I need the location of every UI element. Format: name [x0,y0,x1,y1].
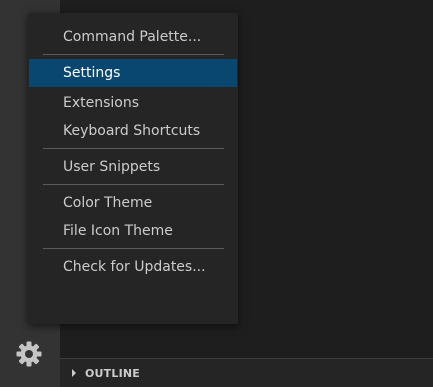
menu-item-settings[interactable]: Settings [29,59,237,87]
menu-item-extensions[interactable]: Extensions [29,89,237,117]
vscode-window: OUTLINE Command Palette... Settings Exte… [0,0,433,387]
menu-item-check-for-updates[interactable]: Check for Updates... [29,253,237,281]
chevron-right-icon [69,368,79,378]
gear-icon[interactable] [13,338,45,370]
menu-separator [43,248,224,249]
menu-item-keyboard-shortcuts[interactable]: Keyboard Shortcuts [29,117,237,145]
menu-separator [43,184,224,185]
outline-label: OUTLINE [85,366,141,380]
menu-item-color-theme[interactable]: Color Theme [29,189,237,217]
menu-item-command-palette[interactable]: Command Palette... [29,23,237,51]
gear-icon-svg [16,341,42,367]
outline-section-header[interactable]: OUTLINE [60,358,433,387]
menu-item-file-icon-theme[interactable]: File Icon Theme [29,217,237,245]
menu-item-user-snippets[interactable]: User Snippets [29,153,237,181]
menu-separator [43,148,224,149]
menu-separator [43,54,224,55]
manage-context-menu: Command Palette... Settings Extensions K… [28,13,238,324]
